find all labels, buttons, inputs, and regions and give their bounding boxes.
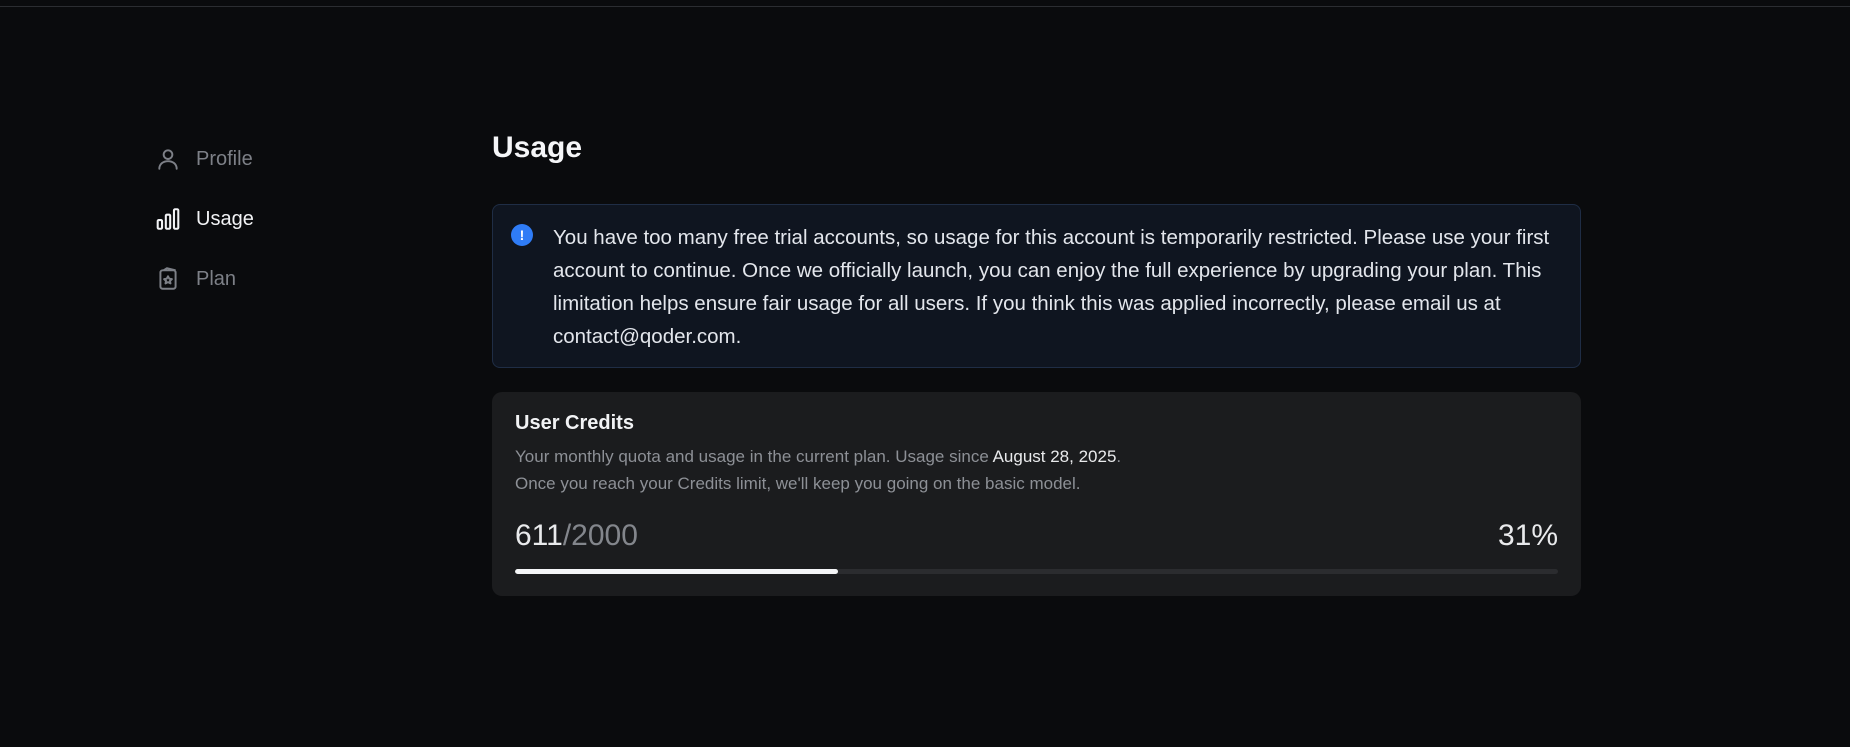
top-divider: [0, 6, 1850, 7]
sidebar-item-label: Plan: [196, 267, 237, 290]
credits-limit: /2000: [562, 519, 638, 552]
sidebar-item-plan[interactable]: Plan: [155, 260, 415, 298]
credits-row: 611/2000 31%: [515, 519, 1558, 553]
bar-chart-icon: [155, 206, 181, 232]
info-icon: !: [511, 224, 533, 246]
sidebar-item-profile[interactable]: Profile: [155, 140, 415, 178]
sidebar: Profile Usage Plan: [155, 140, 415, 320]
since-date: August 28, 2025: [992, 447, 1117, 466]
credits-percent: 31%: [1497, 519, 1558, 552]
sidebar-item-usage[interactable]: Usage: [155, 200, 415, 238]
sidebar-item-label: Usage: [196, 207, 254, 230]
credits-used: 611: [515, 519, 563, 552]
page-title: Usage: [492, 131, 583, 164]
card-title: User Credits: [515, 412, 634, 434]
restriction-alert: ! You have too many free trial accounts,…: [492, 204, 1581, 368]
user-credits-card: User Credits Your monthly quota and usag…: [492, 392, 1581, 596]
main-content: Usage ! You have too many free trial acc…: [492, 126, 1581, 596]
plan-icon: [155, 266, 181, 292]
sidebar-item-label: Profile: [196, 147, 253, 170]
credits-progress-bar: [515, 569, 1558, 574]
credits-progress-fill: [515, 569, 839, 574]
description-period: .: [1116, 447, 1122, 466]
card-description: Your monthly quota and usage in the curr…: [515, 443, 1558, 497]
user-icon: [155, 146, 181, 172]
credits-value: 611/2000: [515, 519, 638, 553]
description-text: Your monthly quota and usage in the curr…: [515, 447, 993, 466]
alert-text: You have too many free trial accounts, s…: [553, 226, 1550, 348]
description-line-1: Your monthly quota and usage in the curr…: [515, 443, 1558, 470]
description-line-2: Once you reach your Credits limit, we'll…: [515, 474, 1081, 493]
